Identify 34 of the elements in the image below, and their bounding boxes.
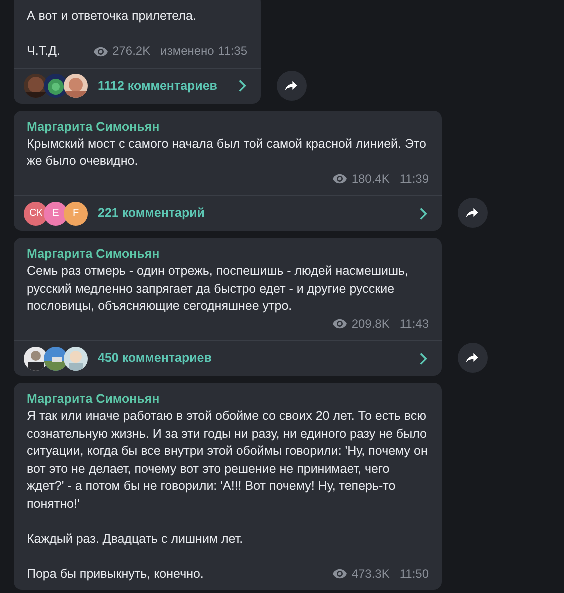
- comments-count: 1112 комментариев: [98, 78, 218, 95]
- comments-count: 450 комментариев: [98, 350, 213, 368]
- message-time: 11:43: [400, 316, 429, 332]
- chevron-icon: [419, 206, 428, 220]
- message-text: Семь раз отмерь - один отрежь, поспешишь - людей насмешишь, русский медленно запрягает да быстро едет - и другие русские пословицы, объясняющие сегодняшнее утро.: [27, 263, 410, 315]
- sender-name: Маргарита Симоньян: [27, 118, 160, 136]
- view-count: 180.4K: [352, 170, 390, 188]
- message-text: А вот и ответочка прилетела.: [27, 8, 196, 25]
- avatar: СК: [24, 202, 48, 226]
- message-time: 11:39: [400, 170, 429, 188]
- chevron-icon: [419, 352, 428, 366]
- message-text: Крымский мост с самого начала был той самой красной линией. Это же было очевидно.: [27, 136, 428, 170]
- share-button[interactable]: [458, 198, 488, 228]
- chevron-icon: [238, 79, 246, 93]
- message-text: Я так или иначе работаю в этой обойме со своих 20 лет. То есть всю сознательную жизнь. И за эти годы ни разу, ни единого разу не было ситуации, когда бы все внутри этой обоймы говорили: 'Ну, почему он вот это не делает, почему вот это решение не принимает, чего ждет?' - а потом бы не говорили: 'А!!! Вот почему! Ну, теперь-то понятно!': [27, 408, 429, 512]
- message-text: Каждый раз. Двадцать с лишним лет.: [27, 530, 244, 548]
- avatar: E: [44, 202, 68, 226]
- view-count: 209.8K: [352, 316, 390, 332]
- message-time: 11:35: [218, 43, 248, 60]
- message-text: Пора бы привыкнуть, конечно.: [27, 566, 204, 583]
- sender-name: Маргарита Симоньян: [27, 391, 160, 408]
- comments-bar[interactable]: СК E F 221 комментарий: [14, 195, 442, 231]
- comments-bar[interactable]: 1112 комментариев: [14, 68, 260, 104]
- message-time: 11:50: [400, 566, 429, 582]
- view-count: 276.2K: [112, 43, 151, 60]
- comments-count: 221 комментарий: [98, 205, 206, 222]
- edited-label: изменено: [160, 43, 214, 60]
- share-button[interactable]: [276, 70, 306, 100]
- sender-name: Маргарита Симоньян: [27, 246, 160, 263]
- view-count: 473.3K: [352, 566, 390, 582]
- comments-bar[interactable]: 450 комментариев: [14, 340, 442, 376]
- share-button[interactable]: [458, 343, 488, 373]
- avatar: F: [64, 202, 88, 226]
- message-text: Ч.Т.Д.: [27, 43, 60, 60]
